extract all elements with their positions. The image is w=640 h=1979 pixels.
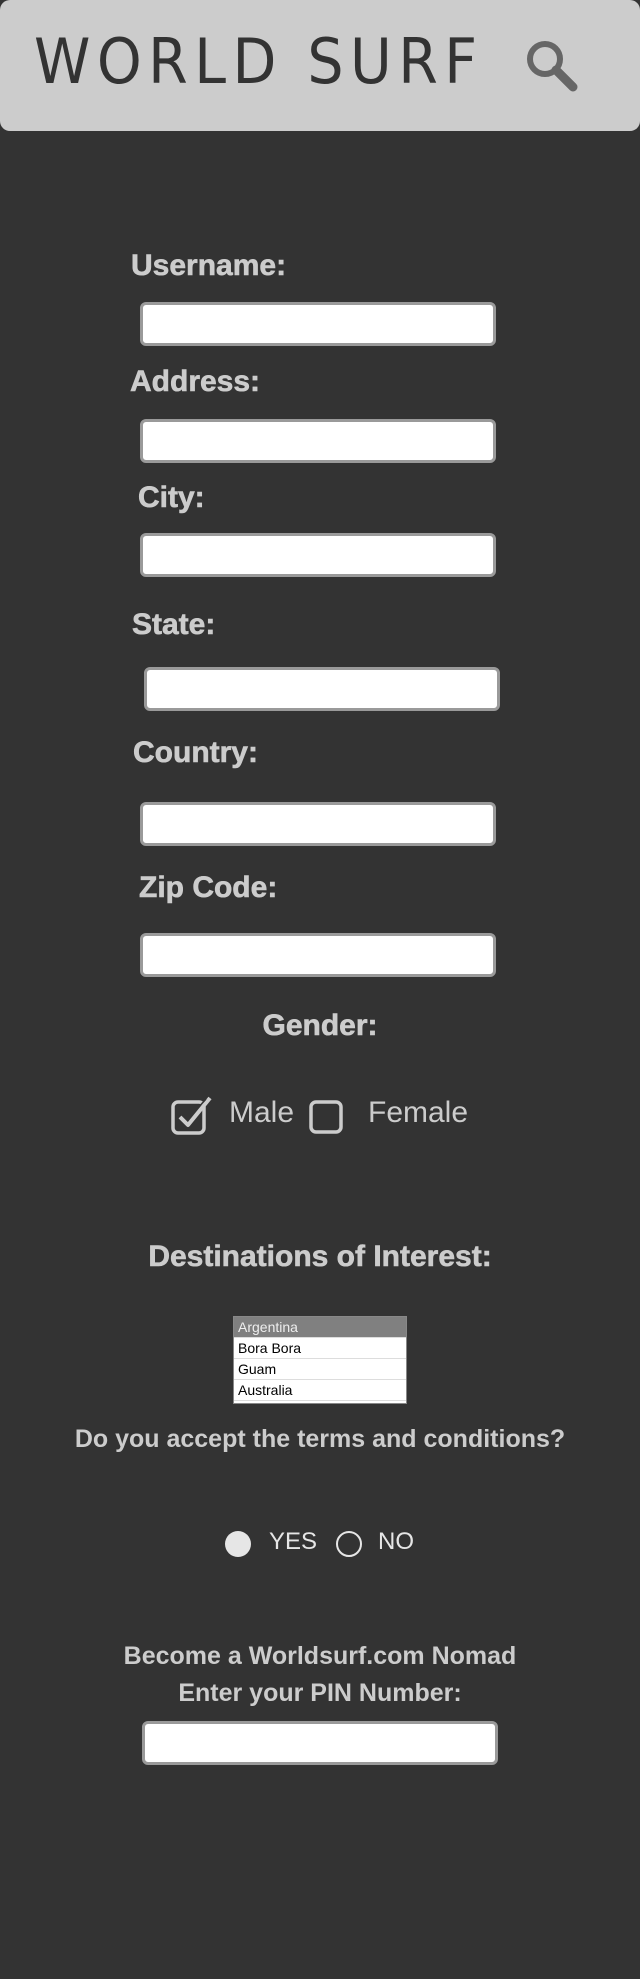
unchecked-checkbox-icon [309,1100,343,1134]
no-radio[interactable] [336,1531,362,1557]
yes-radio[interactable] [225,1531,251,1557]
address-field[interactable] [140,419,496,463]
terms-question: Do you accept the terms and conditions? [74,1425,566,1453]
male-checkbox[interactable] [170,1093,214,1137]
search-icon[interactable] [524,38,580,94]
listbox-option[interactable]: Australia [234,1380,406,1401]
country-field[interactable] [140,802,496,846]
female-label: Female [368,1096,469,1129]
pin-field[interactable] [142,1721,498,1765]
city-label: City: [138,481,205,515]
username-label: Username: [131,249,287,283]
header-bar: WORLD SURF [0,0,640,131]
checked-checkbox-icon [171,1096,212,1135]
address-label: Address: [130,365,261,399]
listbox-option[interactable]: Argentina [234,1317,406,1338]
city-field[interactable] [140,533,496,577]
pin-label: Enter your PIN Number: [178,1679,462,1707]
country-label: Country: [133,736,259,770]
zip-code-field[interactable] [140,933,496,977]
nomad-heading: Become a Worldsurf.com Nomad [123,1642,517,1670]
female-checkbox[interactable] [309,1100,343,1134]
gender-label: Gender: [262,1009,378,1043]
zip-code-label: Zip Code: [139,871,278,905]
brand-logo: WORLD SURF [34,25,484,98]
destinations-label: Destinations of Interest: [148,1240,492,1274]
page: WORLD SURF Username: Address: City: Stat… [0,0,640,1979]
destinations-listbox[interactable]: Argentina Bora Bora Guam Australia [233,1316,407,1404]
no-label: NO [378,1528,414,1555]
listbox-option[interactable]: Guam [234,1359,406,1380]
state-label: State: [132,608,216,642]
male-label: Male [229,1096,295,1129]
state-field[interactable] [144,667,500,711]
username-field[interactable] [140,302,496,346]
listbox-option[interactable]: Bora Bora [234,1338,406,1359]
yes-label: YES [269,1528,318,1555]
